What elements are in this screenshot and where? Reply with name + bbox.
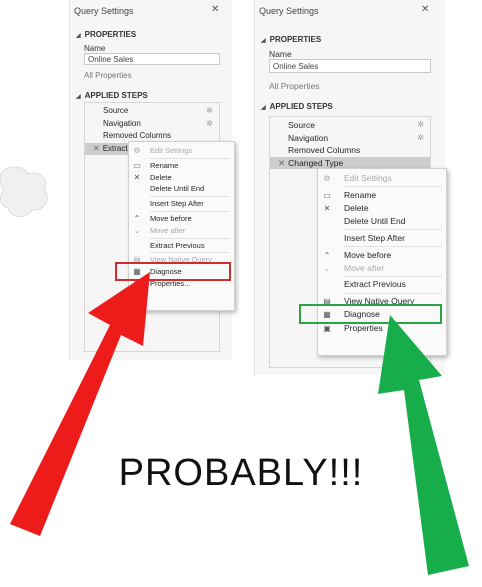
- caption-text: PROBABLY!!!: [118, 452, 364, 494]
- red-arrow: [10, 272, 150, 536]
- arrows-overlay: [0, 166, 469, 575]
- grey-smudge: [0, 166, 48, 217]
- green-arrow: [378, 315, 469, 575]
